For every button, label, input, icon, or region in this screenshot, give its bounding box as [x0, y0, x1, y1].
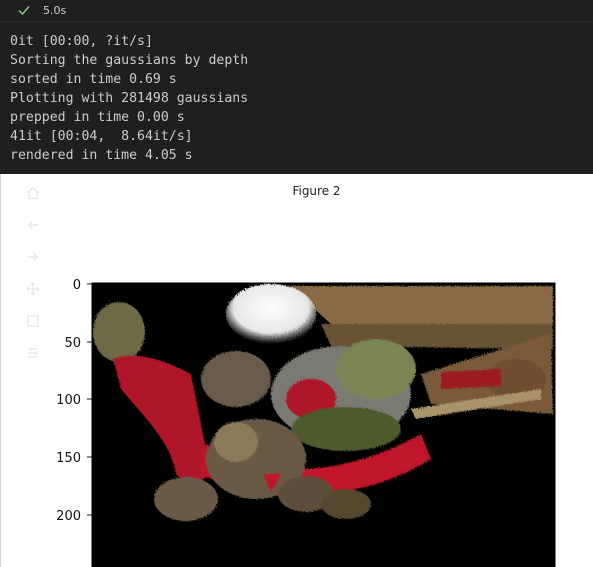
execution-time: 5.0s — [43, 4, 67, 17]
y-tick-label: 150 — [56, 451, 81, 466]
y-tick-label: 50 — [64, 336, 81, 351]
y-axis: 0 50 100 150 200 — [56, 278, 92, 524]
cell-output: 0it [00:00, ?it/s] Sorting the gaussians … — [10, 32, 248, 165]
output-line: prepped in time 0.00 s — [10, 110, 185, 125]
output-line: 41it [00:04, 8.64it/s] — [10, 129, 193, 144]
output-line: Sorting the gaussians by depth — [10, 53, 249, 68]
y-tick-label: 100 — [56, 393, 81, 408]
rendered-image — [91, 282, 556, 567]
y-tick-label: 0 — [73, 278, 81, 293]
output-line: rendered in time 4.05 s — [10, 148, 193, 163]
check-icon — [18, 6, 30, 16]
output-line: sorted in time 0.69 s — [10, 72, 177, 87]
figure-canvas: Figure 2 0 50 100 150 200 — [0, 174, 593, 567]
y-tick-label: 200 — [56, 509, 81, 524]
output-line: 0it [00:00, ?it/s] — [10, 34, 153, 49]
output-line: Plotting with 281498 gaussians — [10, 91, 249, 106]
plot-axes: 0 50 100 150 200 — [56, 278, 556, 567]
cell-status-bar: 5.0s — [0, 0, 593, 22]
